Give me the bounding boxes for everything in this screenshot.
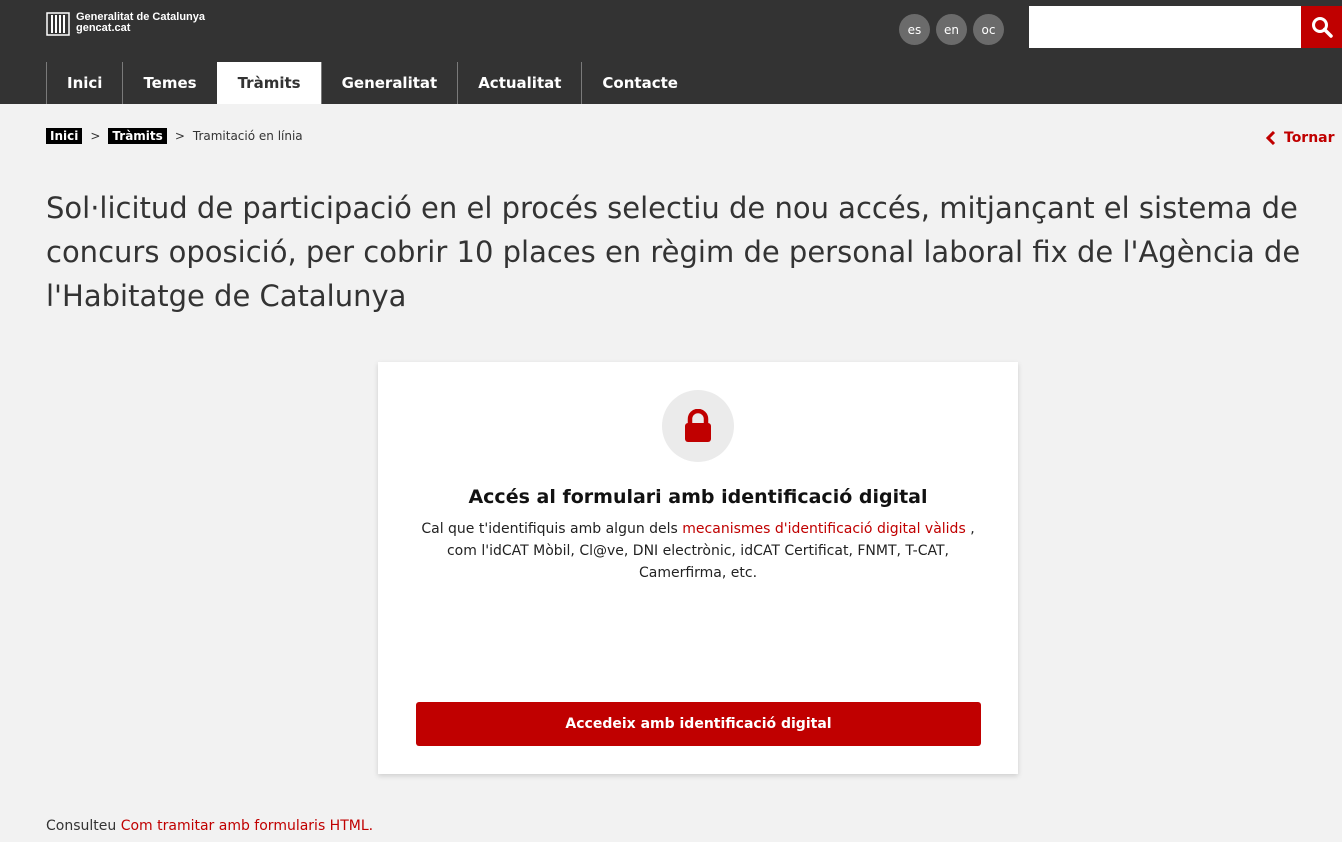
nav-item-contacte[interactable]: Contacte [581,62,698,104]
brand-logo-link[interactable]: Generalitat de Catalunya gencat.cat [46,12,205,36]
generalitat-logo-icon [46,12,70,36]
lang-oc-button[interactable]: oc [973,14,1004,45]
nav-item-temes[interactable]: Temes [122,62,216,104]
nav-item-generalitat[interactable]: Generalitat [320,62,458,104]
footer-prefix: Consulteu [46,818,121,834]
breadcrumb-separator: > [90,129,101,143]
id-mechanisms-link[interactable]: mecanismes d'identificació digital vàlid… [682,521,965,537]
top-bar: Generalitat de Catalunya gencat.cat es e… [0,0,1342,104]
footer-note: Consulteu Com tramitar amb formularis HT… [46,818,373,834]
search-input[interactable] [1029,6,1301,48]
lang-es-button[interactable]: es [899,14,930,45]
brand-domain: gencat.cat [76,22,131,34]
breadcrumb-current: Tramitació en línia [192,129,303,143]
brand-text: Generalitat de Catalunya gencat.cat [76,12,205,34]
main-nav: Inici Temes Tràmits Generalitat Actualit… [46,62,698,104]
digital-id-card: Accés al formulari amb identificació dig… [378,362,1018,774]
chevron-left-icon [1266,131,1276,145]
access-digital-id-button[interactable]: Accedeix amb identificació digital [416,702,981,746]
page-title: Sol·licitud de participació en el procés… [46,191,1301,313]
breadcrumb: Inici > Tràmits > Tramitació en línia [46,128,303,144]
nav-item-actualitat[interactable]: Actualitat [457,62,581,104]
breadcrumb-tramits-link[interactable]: Tràmits [108,128,167,144]
back-link[interactable]: Tornar [1266,130,1335,146]
lock-icon [685,409,711,442]
card-desc-text: Cal que t'identifiquis amb algun dels [421,521,683,537]
nav-item-tramits[interactable]: Tràmits [216,62,321,104]
card-description: Cal que t'identifiquis amb algun dels me… [418,518,978,584]
nav-item-inici[interactable]: Inici [46,62,122,104]
html-forms-help-link[interactable]: Com tramitar amb formularis HTML. [121,818,373,834]
breadcrumb-separator: > [174,129,185,143]
card-title: Accés al formulari amb identificació dig… [468,486,928,508]
breadcrumb-home-link[interactable]: Inici [46,128,83,144]
language-switcher: es en oc [899,14,1010,45]
search-button[interactable] [1301,6,1342,48]
search-icon [1311,17,1333,38]
back-link-label: Tornar [1284,130,1335,146]
lang-en-button[interactable]: en [936,14,967,45]
lock-icon-badge [662,390,734,462]
